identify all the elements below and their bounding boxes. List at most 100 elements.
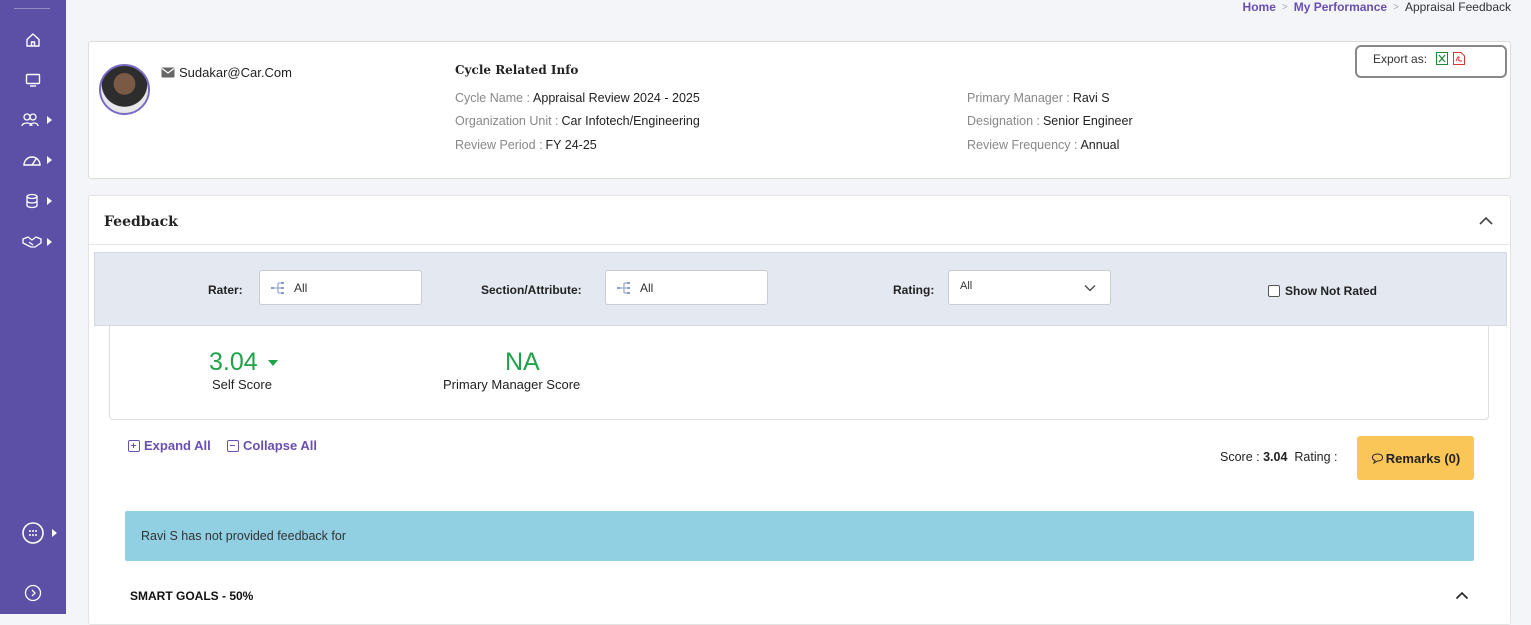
hierarchy-icon bbox=[617, 282, 630, 294]
designation-row: Designation : Senior Engineer bbox=[967, 114, 1133, 128]
export-box: Export as: bbox=[1355, 45, 1507, 78]
chevron-up-icon[interactable] bbox=[1478, 216, 1494, 226]
checkbox-box[interactable] bbox=[1268, 285, 1280, 297]
sidebar-item-users[interactable] bbox=[0, 105, 66, 135]
rating-label: Rating: bbox=[893, 283, 935, 297]
email: Sudakar@Car.Com bbox=[161, 65, 292, 80]
org-unit-value: Car Infotech/Engineering bbox=[561, 114, 700, 128]
review-period-row: Review Period : FY 24-25 bbox=[455, 138, 597, 152]
minus-square-icon bbox=[227, 439, 239, 452]
collapse-all-label: Collapse All bbox=[243, 438, 317, 453]
review-frequency-value: Annual bbox=[1080, 138, 1120, 152]
monitor-icon bbox=[25, 73, 41, 87]
sidebar-item-apps[interactable] bbox=[0, 518, 66, 548]
breadcrumb: Home > My Performance > Appraisal Feedba… bbox=[1243, 0, 1511, 14]
plus-square-icon bbox=[128, 439, 140, 452]
filter-bar: Rater: All Section/Attribute: All Rating… bbox=[94, 252, 1507, 326]
org-unit-label: Organization Unit : bbox=[455, 114, 559, 128]
cycle-name-label: Cycle Name : bbox=[455, 91, 531, 105]
breadcrumb-home[interactable]: Home bbox=[1243, 0, 1276, 14]
cycle-name-row: Cycle Name : Appraisal Review 2024 - 2025 bbox=[455, 91, 700, 105]
score-value: 3.04 bbox=[1263, 450, 1288, 464]
excel-icon[interactable] bbox=[1436, 52, 1449, 65]
expand-caret-icon bbox=[47, 116, 52, 124]
avatar bbox=[99, 64, 150, 115]
sidebar-item-handshake[interactable] bbox=[0, 227, 66, 257]
feedback-alert: Ravi S has not provided feedback for bbox=[125, 511, 1474, 561]
profile-card: Sudakar@Car.Com Cycle Related Info Cycle… bbox=[88, 41, 1511, 179]
apps-icon bbox=[22, 522, 44, 544]
comment-icon bbox=[1371, 452, 1383, 464]
section-label: Section/Attribute: bbox=[481, 283, 582, 297]
primary-manager-row: Primary Manager : Ravi S bbox=[967, 91, 1110, 105]
expand-caret-icon bbox=[47, 197, 52, 205]
expand-caret-icon bbox=[52, 529, 57, 537]
cycle-info-title: Cycle Related Info bbox=[455, 63, 579, 77]
remarks-label: Remarks (0) bbox=[1385, 450, 1461, 466]
caret-down-icon bbox=[267, 360, 278, 367]
rating-select[interactable]: All bbox=[948, 270, 1111, 305]
database-icon bbox=[26, 193, 38, 209]
rater-value: All bbox=[294, 281, 308, 295]
score-card: 3.04 Self Score NA Primary Manager Score bbox=[109, 326, 1489, 420]
collapse-all-link[interactable]: Collapse All bbox=[227, 438, 317, 453]
section-header[interactable]: SMART GOALS - 50% bbox=[130, 589, 253, 603]
expand-all-link[interactable]: Expand All bbox=[128, 438, 211, 453]
breadcrumb-separator: > bbox=[1281, 1, 1288, 13]
self-score-number: 3.04 bbox=[209, 348, 258, 376]
email-text: Sudakar@Car.Com bbox=[179, 65, 292, 80]
breadcrumb-my-performance[interactable]: My Performance bbox=[1294, 0, 1387, 14]
sidebar-item-database[interactable] bbox=[0, 186, 66, 216]
remarks-button[interactable]: Remarks (0) bbox=[1357, 436, 1474, 480]
gauge-icon bbox=[23, 156, 41, 166]
divider bbox=[89, 244, 1510, 245]
org-unit-row: Organization Unit : Car Infotech/Engineer… bbox=[455, 114, 700, 128]
designation-label: Designation : bbox=[967, 114, 1040, 128]
expand-caret-icon bbox=[47, 156, 52, 164]
home-icon bbox=[26, 33, 40, 47]
expand-caret-icon bbox=[47, 238, 52, 246]
review-period-value: FY 24-25 bbox=[545, 138, 597, 152]
score-label: Score : bbox=[1220, 450, 1260, 464]
sidebar-item-gauge[interactable] bbox=[0, 145, 66, 175]
rating-value: All bbox=[960, 280, 973, 292]
cycle-name-value: Appraisal Review 2024 - 2025 bbox=[533, 91, 700, 105]
mail-icon bbox=[161, 67, 175, 78]
chevron-up-icon[interactable] bbox=[1455, 591, 1469, 600]
section-value: All bbox=[640, 281, 654, 295]
review-frequency-label: Review Frequency : bbox=[967, 138, 1078, 152]
sidebar-item-monitor[interactable] bbox=[0, 65, 66, 95]
review-period-label: Review Period : bbox=[455, 138, 543, 152]
primary-manager-value: Ravi S bbox=[1072, 91, 1110, 105]
sidebar-toggle[interactable] bbox=[0, 578, 66, 608]
hierarchy-icon bbox=[271, 282, 284, 294]
export-label: Export as: bbox=[1373, 52, 1428, 66]
section-filter[interactable]: All bbox=[605, 270, 768, 305]
chevron-down-icon bbox=[1084, 285, 1096, 292]
breadcrumb-current: Appraisal Feedback bbox=[1404, 0, 1511, 14]
rater-filter[interactable]: All bbox=[259, 270, 422, 305]
manager-score-label: Primary Manager Score bbox=[443, 377, 581, 392]
self-score-value[interactable]: 3.04 bbox=[209, 348, 278, 377]
rater-label: Rater: bbox=[208, 283, 243, 297]
show-not-rated-checkbox[interactable]: Show Not Rated bbox=[1268, 284, 1377, 298]
chevron-right-circle-icon bbox=[24, 584, 42, 602]
sidebar bbox=[0, 0, 66, 614]
breadcrumb-separator: > bbox=[1393, 1, 1399, 13]
pdf-icon[interactable] bbox=[1453, 52, 1466, 65]
manager-score-value: NA bbox=[505, 348, 540, 376]
feedback-title: Feedback bbox=[104, 214, 178, 230]
rating-summary-label: Rating : bbox=[1294, 450, 1338, 464]
self-score-label: Self Score bbox=[212, 377, 272, 392]
designation-value: Senior Engineer bbox=[1042, 114, 1133, 128]
score-summary: Score : 3.04 Rating : bbox=[1220, 450, 1337, 464]
feedback-card: Feedback Rater: All Section/Attribute: A… bbox=[88, 195, 1511, 625]
primary-manager-label: Primary Manager : bbox=[967, 91, 1070, 105]
show-not-rated-label: Show Not Rated bbox=[1285, 284, 1377, 298]
expand-all-label: Expand All bbox=[144, 438, 211, 453]
handshake-icon bbox=[22, 236, 42, 248]
sidebar-divider bbox=[14, 8, 50, 9]
sidebar-item-home[interactable] bbox=[0, 25, 66, 55]
review-frequency-row: Review Frequency : Annual bbox=[967, 138, 1119, 152]
users-icon bbox=[21, 113, 39, 127]
